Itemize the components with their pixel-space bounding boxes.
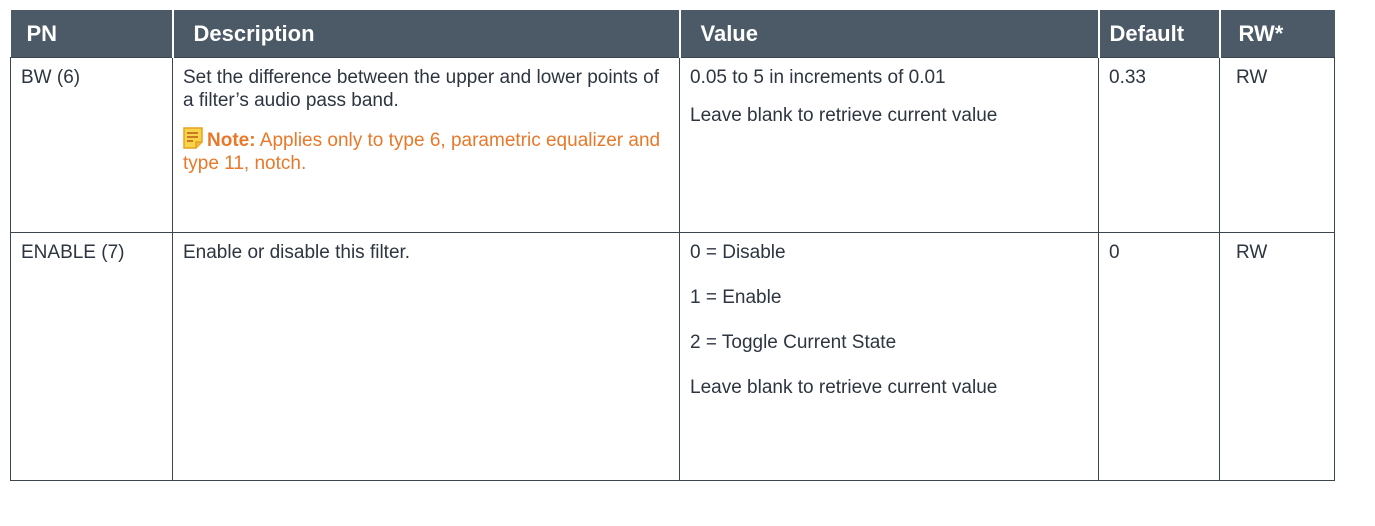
cell-rw: RW	[1219, 57, 1335, 233]
cell-rw: RW	[1219, 232, 1335, 481]
header-default: Default	[1098, 10, 1221, 58]
note-label: Note:	[207, 130, 256, 151]
header-rw: RW*	[1219, 10, 1335, 58]
value-line: Leave blank to retrieve current value	[690, 377, 998, 398]
note-icon	[183, 127, 203, 149]
cell-pn: ENABLE (7)	[10, 232, 173, 481]
value-line: 0 = Disable	[690, 242, 786, 263]
table-row: BW (6) Set the difference between the up…	[10, 57, 1335, 233]
header-description: Description	[172, 10, 681, 58]
note: Note: Applies only to type 6, parametric…	[183, 127, 669, 175]
cell-value: 0.05 to 5 in increments of 0.01 Leave bl…	[679, 57, 1099, 233]
table-row: ENABLE (7) Enable or disable this filter…	[10, 232, 1335, 481]
description-text: Set the difference between the upper and…	[183, 67, 660, 111]
value-line: 1 = Enable	[690, 287, 782, 308]
value-line: 2 = Toggle Current State	[690, 332, 897, 353]
cell-description: Enable or disable this filter.	[172, 232, 680, 481]
value-line: 0.05 to 5 in increments of 0.01	[690, 67, 946, 88]
header-value: Value	[679, 10, 1100, 58]
table-body: BW (6) Set the difference between the up…	[10, 57, 1335, 481]
cell-value: 0 = Disable 1 = Enable 2 = Toggle Curren…	[679, 232, 1099, 481]
cell-default: 0	[1098, 232, 1220, 481]
table-header: PN Description Value Default RW*	[10, 10, 1335, 58]
cell-default: 0.33	[1098, 57, 1220, 233]
header-row: PN Description Value Default RW*	[10, 10, 1335, 58]
value-line: Leave blank to retrieve current value	[690, 105, 998, 126]
description-text: Enable or disable this filter.	[183, 242, 411, 263]
cell-pn: BW (6)	[10, 57, 173, 233]
parameter-table-container: PN Description Value Default RW* BW (6) …	[0, 0, 1375, 526]
header-pn: PN	[10, 10, 174, 58]
cell-description: Set the difference between the upper and…	[172, 57, 680, 233]
parameter-table: PN Description Value Default RW* BW (6) …	[10, 10, 1335, 481]
